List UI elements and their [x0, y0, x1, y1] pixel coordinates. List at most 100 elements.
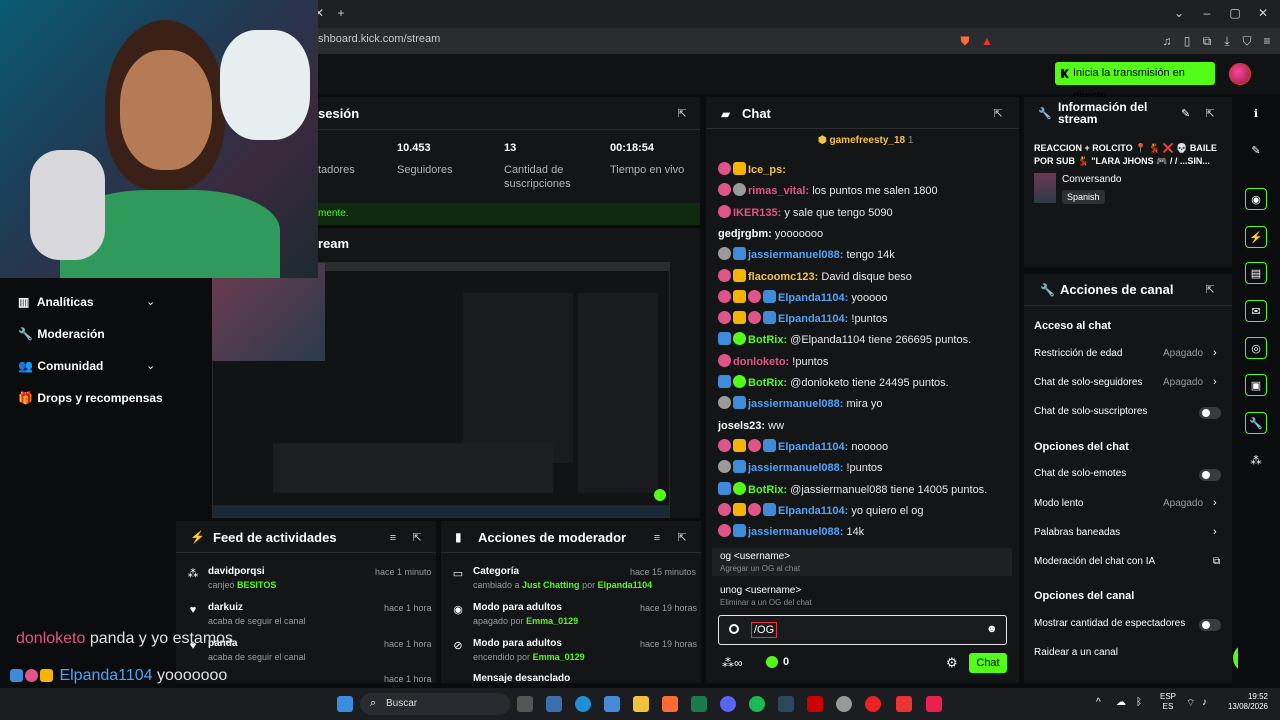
chat-message[interactable]: Ice_ps: [718, 162, 786, 178]
chat-username[interactable]: gedjrgbm: [718, 228, 772, 240]
pinned-user[interactable]: ⬢ gamefreesty_18 1 [818, 135, 913, 146]
chat-bubble-icon[interactable]: ✉ [1245, 300, 1267, 322]
activity-user[interactable]: davidporqsi [208, 566, 265, 577]
chat-username[interactable]: rimas_vital: [748, 185, 809, 197]
setting-show-viewers[interactable]: Mostrar cantidad de espectadores [1034, 618, 1185, 629]
chat-username[interactable]: donloketo: [733, 356, 789, 368]
app-icon[interactable] [691, 696, 707, 712]
chat-message[interactable]: flacoomc123: David disque beso [718, 268, 912, 285]
expand-icon[interactable]: ⇱ [992, 108, 1004, 120]
chat-message[interactable]: Elpanda1104: yo quiero el og [718, 502, 924, 519]
command-name[interactable]: unog <username> [720, 585, 801, 596]
rewards-icon[interactable]: ▲ [980, 34, 994, 48]
volume-icon[interactable]: ♪ [1202, 697, 1207, 708]
setting-raid[interactable]: Raidear a un canal [1034, 647, 1118, 658]
expand-icon[interactable]: ⇱ [1204, 108, 1216, 120]
tray-chevron-icon[interactable]: ^ [1096, 697, 1101, 708]
chat-username[interactable]: jassiermanuel088: [748, 398, 843, 410]
subs-only-toggle[interactable] [1199, 407, 1221, 419]
spotify-icon[interactable] [749, 696, 765, 712]
activity-user[interactable]: darkuiz [208, 602, 243, 613]
avatar[interactable] [1229, 63, 1251, 85]
taskbar-search[interactable]: ⌕ Buscar [360, 693, 510, 715]
chat-username[interactable]: jassiermanuel088: [748, 249, 843, 261]
vpn-icon[interactable]: ⛉ [1240, 34, 1254, 48]
chevron-right-icon[interactable]: › [1213, 347, 1217, 359]
chat-input-value[interactable]: /OG [751, 622, 778, 638]
filter-icon[interactable]: ≡ [651, 532, 663, 544]
chat-username[interactable]: BotRix: [748, 334, 787, 346]
chat-message[interactable]: Elpanda1104: yooooo [718, 289, 887, 306]
chat-username[interactable]: BotRix: [748, 484, 787, 496]
app-icon[interactable] [807, 696, 823, 712]
chat-username[interactable]: BotRix: [748, 377, 787, 389]
category-name[interactable]: Conversando [1062, 174, 1121, 185]
setting-age-restriction[interactable]: Restricción de edad [1034, 348, 1122, 359]
filter-icon[interactable]: ≡ [387, 532, 399, 544]
expand-icon[interactable]: ⇱ [676, 108, 688, 120]
setting-ai-moderation[interactable]: Moderación del chat con IA [1034, 556, 1155, 567]
chat-message[interactable]: jassiermanuel088: !puntos [718, 460, 883, 476]
wrench-icon[interactable]: 🔧 [1245, 412, 1267, 434]
store-icon[interactable] [604, 696, 620, 712]
chat-message[interactable]: rimas_vital: los puntos me salen 1800 [718, 183, 938, 199]
users-icon[interactable]: ⁂ [1245, 450, 1267, 472]
go-live-button[interactable]: Inicia la transmisión en directo [1055, 62, 1215, 102]
chat-username[interactable]: Elpanda1104: [778, 292, 848, 304]
extensions-icon[interactable]: ⧉ [1200, 34, 1214, 48]
smile-icon[interactable]: ☻ [986, 623, 998, 635]
app-icon[interactable] [896, 696, 912, 712]
chat-username[interactable]: jassiermanuel088: [748, 526, 843, 538]
show-viewers-toggle[interactable] [1199, 619, 1221, 631]
edit-icon[interactable]: ✎ [1181, 107, 1190, 120]
chat-message[interactable]: donloketo: !puntos [718, 353, 828, 370]
tab-list-icon[interactable]: ⌄ [1172, 6, 1186, 20]
setting-slow-mode[interactable]: Modo lento [1034, 498, 1083, 509]
emotes-only-toggle[interactable] [1199, 469, 1221, 481]
chat-message[interactable]: Elpanda1104: !puntos [718, 311, 887, 327]
expand-icon[interactable]: ⇱ [411, 532, 423, 544]
chevron-right-icon[interactable]: › [1213, 497, 1217, 509]
explorer-icon[interactable] [633, 696, 649, 712]
video-icon[interactable]: ▣ [1245, 374, 1267, 396]
users-icon[interactable]: ⁂∞ [722, 656, 743, 670]
sidebar-item-moderation[interactable]: 🔧 Moderación [18, 327, 105, 341]
clock[interactable]: 19:52 13/08/2026 [1218, 692, 1268, 712]
chevron-right-icon[interactable]: › [1213, 376, 1217, 388]
chat-message[interactable]: gedjrgbm: yooooooo [718, 226, 823, 242]
chat-message[interactable]: jassiermanuel088: 14k [718, 524, 864, 540]
chat-username[interactable]: Ice_ps: [748, 164, 786, 176]
chat-message[interactable]: BotRix: @donloketo tiene 24495 puntos. [718, 375, 949, 391]
setting-followers-only[interactable]: Chat de solo-seguidores [1034, 377, 1142, 388]
network-icon[interactable]: ⌔ [1186, 697, 1195, 710]
broadcast-icon[interactable]: ◎ [1245, 337, 1267, 359]
chat-username[interactable]: josels23: [718, 420, 765, 432]
menu-icon[interactable]: ≡ [1260, 34, 1274, 48]
setting-subs-only[interactable]: Chat de solo-suscriptores [1034, 406, 1147, 417]
chat-username[interactable]: jassiermanuel088: [748, 462, 843, 474]
chat-username[interactable]: flacoomc123: [748, 271, 818, 283]
sidebar-item-analytics[interactable]: ▥ Analíticas [18, 295, 94, 309]
chat-username[interactable]: Elpanda1104: [778, 441, 848, 453]
bluetooth-icon[interactable]: ᛒ [1136, 697, 1142, 708]
sidebar-item-drops[interactable]: 🎁 Drops y recompensas [18, 391, 163, 405]
edge-icon[interactable] [575, 696, 591, 712]
minimize-icon[interactable]: – [1200, 6, 1214, 20]
app-icon[interactable] [865, 696, 881, 712]
maximize-icon[interactable]: ▢ [1228, 6, 1242, 20]
info-icon[interactable]: ℹ [1245, 103, 1267, 125]
task-view-icon[interactable] [517, 696, 533, 712]
chevron-down-icon[interactable]: ⌄ [146, 295, 156, 308]
chat-message[interactable]: BotRix: @jassiermanuel088 tiene 14005 pu… [718, 481, 987, 498]
media-icon[interactable]: ♫ [1160, 34, 1174, 48]
windows-start-icon[interactable] [337, 696, 353, 712]
chat-username[interactable]: IKER135: [733, 207, 781, 219]
expand-icon[interactable]: ⇱ [676, 532, 688, 544]
close-window-icon[interactable]: ✕ [1256, 6, 1270, 20]
discord-icon[interactable] [720, 696, 736, 712]
widgets-icon[interactable] [546, 696, 562, 712]
chat-username[interactable]: Elpanda1104: [778, 505, 848, 517]
brave-shield-icon[interactable]: ⛊ [958, 34, 972, 48]
brave-icon[interactable] [662, 696, 678, 712]
chat-message[interactable]: BotRix: @Elpanda1104 tiene 266695 puntos… [718, 332, 971, 348]
